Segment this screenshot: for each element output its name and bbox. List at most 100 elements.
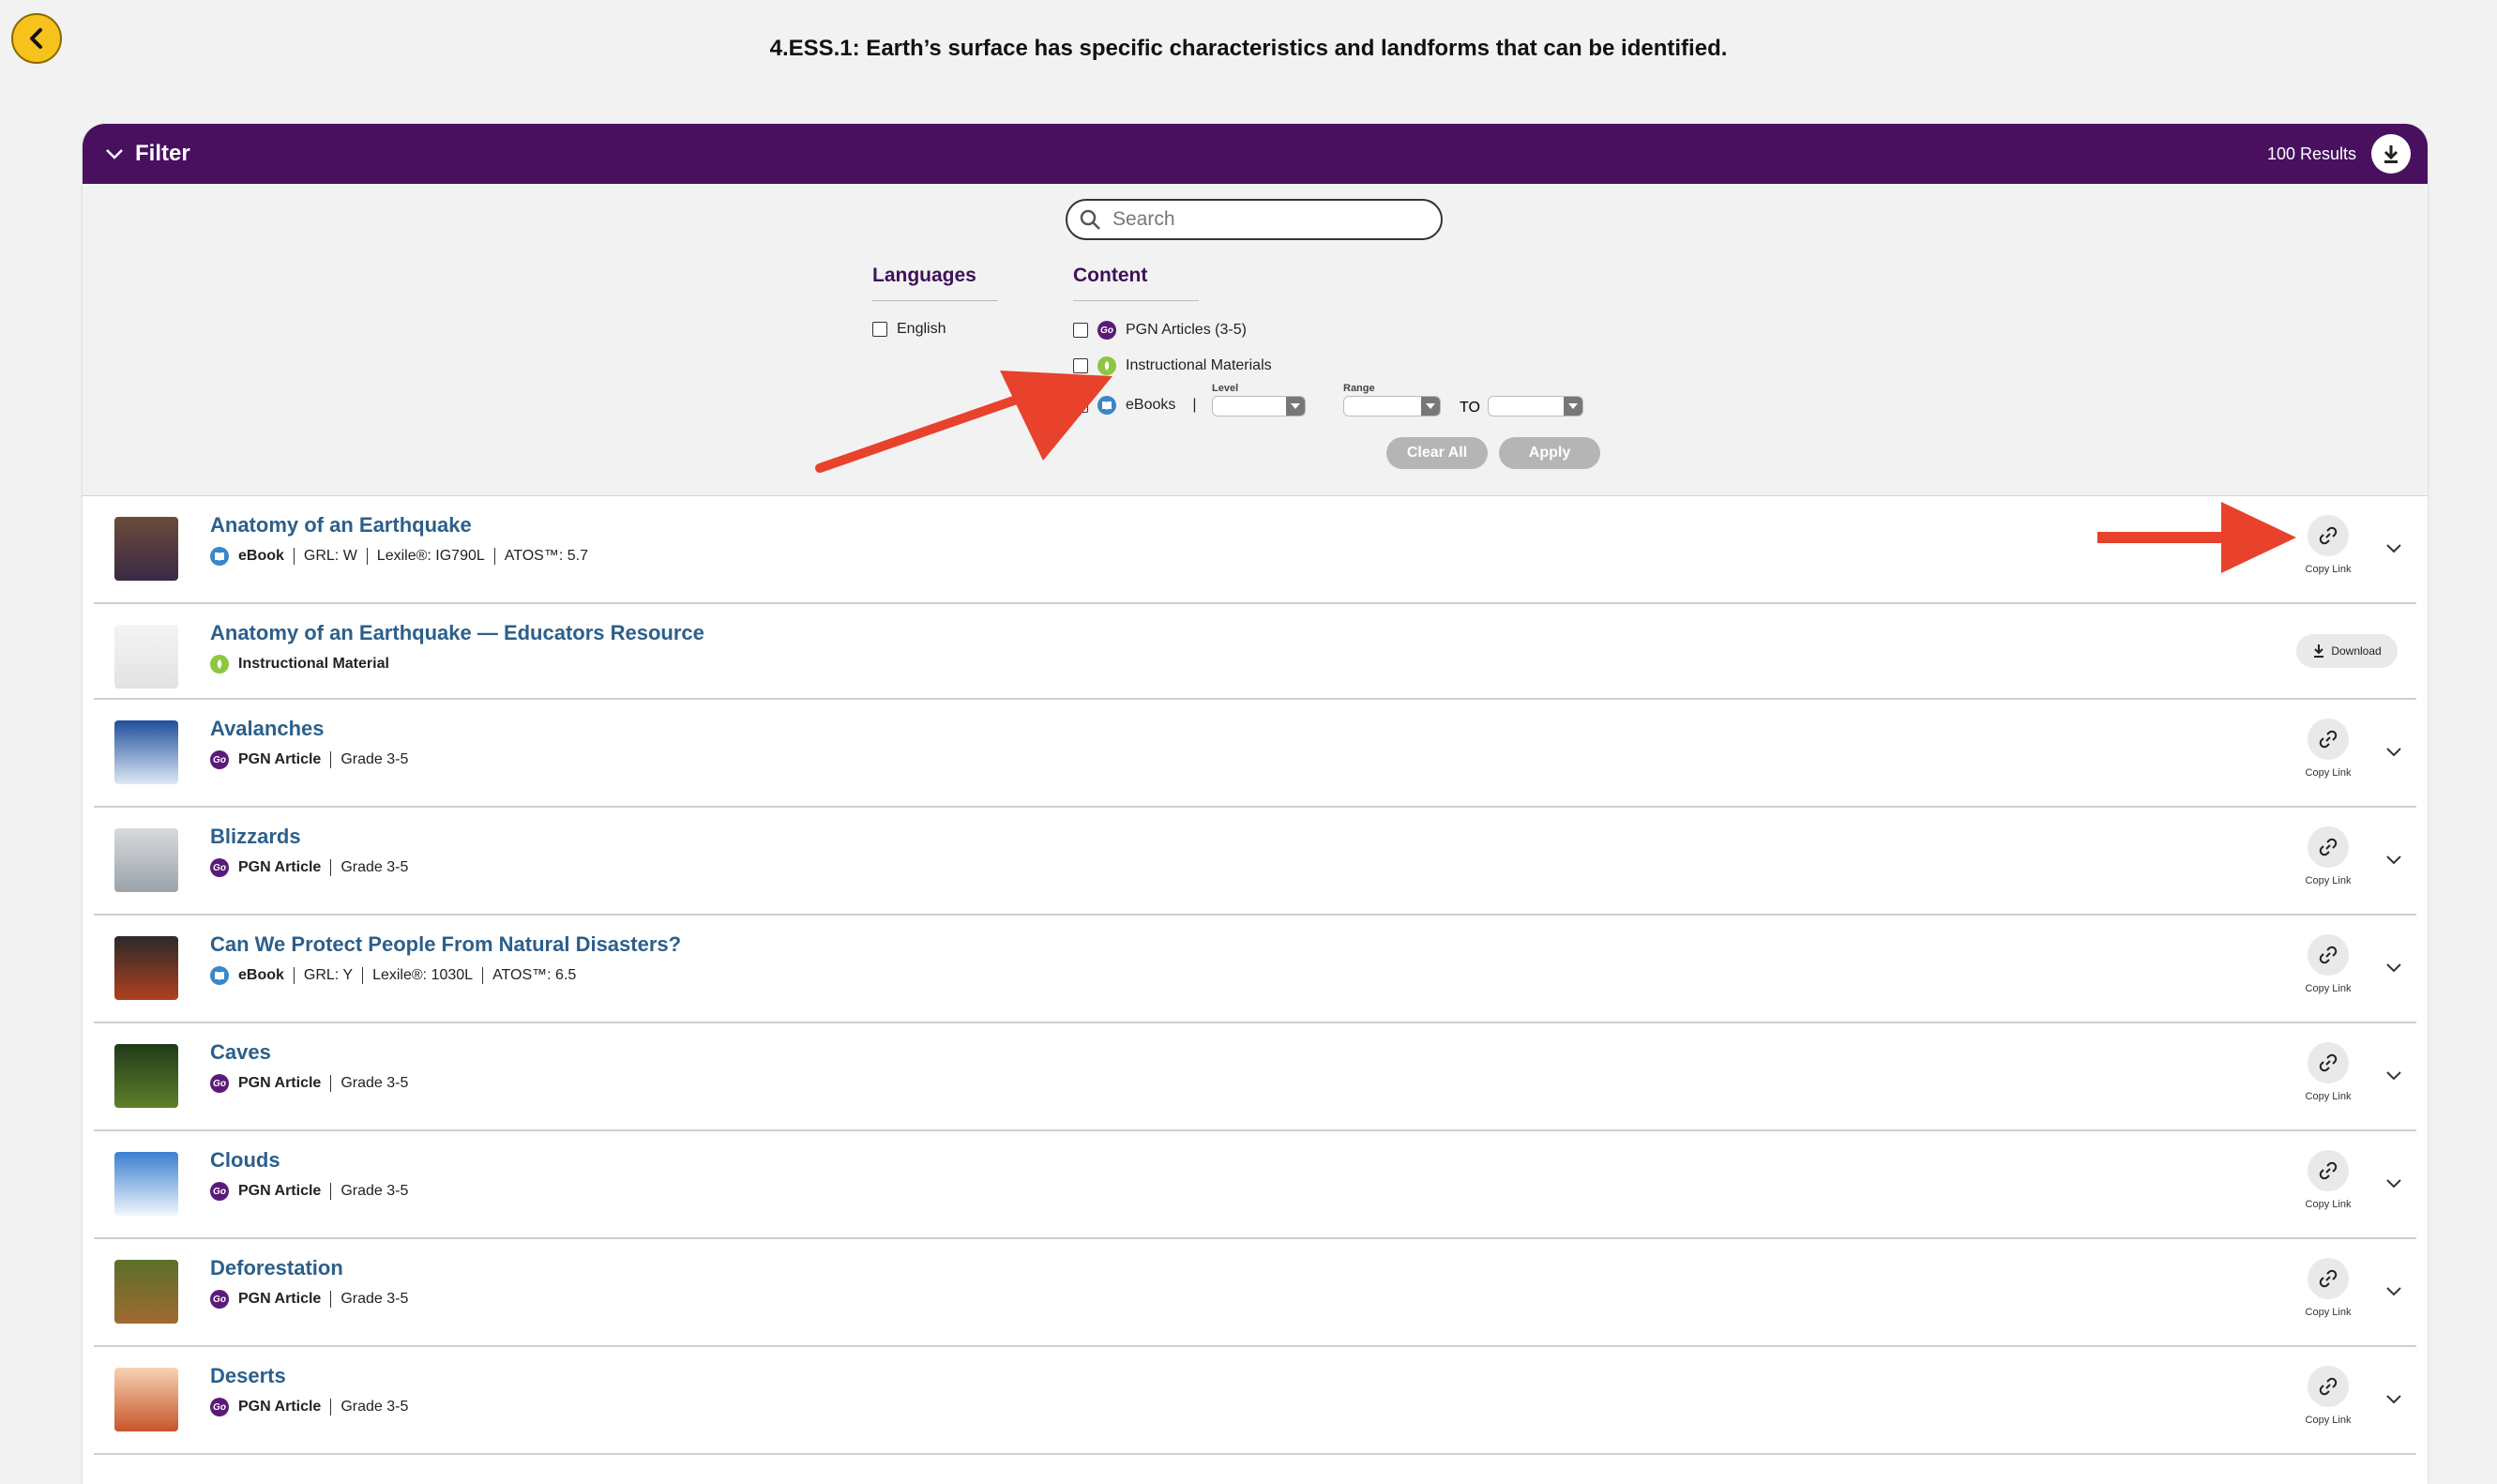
download-icon (2384, 145, 2399, 163)
checkbox[interactable] (872, 322, 887, 337)
meta-separator (330, 1075, 332, 1092)
expand-chevron-icon[interactable] (2386, 745, 2401, 762)
search-icon (1080, 209, 1100, 230)
result-row: Can We Protect People From Natural Disas… (94, 916, 2416, 1023)
meta-value: GRL: Y (303, 967, 354, 983)
meta-value: Grade 3-5 (340, 1183, 409, 1199)
divider: | (1192, 397, 1197, 413)
pgn-go-icon: Go (210, 750, 229, 769)
copy-link-button[interactable]: Copy Link (2300, 826, 2356, 886)
result-thumbnail[interactable] (114, 936, 178, 1000)
meta-value: Grade 3-5 (340, 1075, 409, 1091)
download-icon (2314, 644, 2324, 658)
result-type: PGN Article (238, 1399, 322, 1415)
link-icon (2308, 1258, 2349, 1299)
language-option-english[interactable]: English (872, 321, 946, 338)
result-title-link[interactable]: Caves (210, 1040, 271, 1065)
download-label: Download (2331, 644, 2382, 658)
link-icon (2308, 719, 2349, 760)
result-title-link[interactable]: Deforestation (210, 1256, 343, 1280)
result-title-link[interactable]: Avalanches (210, 717, 324, 741)
result-title-link[interactable]: Deserts (210, 1364, 286, 1388)
meta-separator (293, 967, 295, 984)
results-count: 100 Results (2266, 144, 2356, 163)
chevron-down-icon[interactable] (105, 147, 124, 160)
page-title: 4.ESS.1: Earth’s surface has specific ch… (769, 36, 1728, 61)
meta-value: Lexile®: IG790L (376, 548, 485, 564)
link-icon (2308, 1150, 2349, 1191)
download-button[interactable]: Download (2296, 634, 2398, 668)
result-thumbnail[interactable] (114, 625, 178, 689)
result-title-link[interactable]: Clouds (210, 1148, 280, 1173)
option-label: PGN Articles (3-5) (1126, 322, 1247, 338)
pgn-go-icon: Go (1097, 321, 1116, 340)
result-thumbnail[interactable] (114, 828, 178, 892)
meta-value: Grade 3-5 (340, 1399, 409, 1415)
result-thumbnail[interactable] (114, 1368, 178, 1431)
copy-link-button[interactable]: Copy Link (2300, 719, 2356, 779)
result-thumbnail[interactable] (114, 720, 178, 784)
copy-link-button[interactable]: Copy Link (2300, 934, 2356, 994)
result-thumbnail[interactable] (114, 517, 178, 581)
result-title-link[interactable]: Blizzards (210, 825, 301, 849)
link-icon (2308, 934, 2349, 976)
copy-link-button[interactable]: Copy Link (2300, 515, 2356, 575)
pgn-go-icon: Go (210, 1074, 229, 1093)
instructional-material-icon (210, 655, 229, 674)
search-input[interactable] (1111, 207, 1415, 232)
content-option-pgn[interactable]: Go PGN Articles (3-5) (1073, 321, 1247, 340)
expand-chevron-icon[interactable] (2386, 1068, 2401, 1085)
clear-all-button[interactable]: Clear All (1386, 437, 1488, 469)
copy-link-label: Copy Link (2305, 875, 2352, 886)
filter-area: Languages English Content Go PGN Article… (83, 184, 2428, 496)
meta-value: Lexile®: 1030L (372, 967, 474, 983)
copy-link-button[interactable]: Copy Link (2300, 1366, 2356, 1426)
meta-separator (330, 1399, 332, 1416)
pgn-go-icon: Go (210, 858, 229, 877)
result-row: Anatomy of an Earthquake — Educators Res… (94, 604, 2416, 700)
range-from-select[interactable] (1343, 396, 1441, 416)
meta-separator (293, 548, 295, 565)
result-meta: Go PGN Article Grade 3-5 (210, 750, 408, 769)
result-type: PGN Article (238, 1075, 322, 1091)
link-icon (2308, 826, 2349, 868)
red-arrow-annotation (2097, 502, 2296, 573)
meta-separator (366, 548, 368, 565)
result-title-link[interactable]: Can We Protect People From Natural Disas… (210, 932, 681, 957)
result-title-link[interactable]: Anatomy of an Earthquake — Educators Res… (210, 621, 704, 645)
link-icon (2308, 515, 2349, 556)
ebook-icon (210, 966, 229, 985)
copy-link-label: Copy Link (2305, 1199, 2352, 1210)
expand-chevron-icon[interactable] (2386, 853, 2401, 870)
result-type: PGN Article (238, 751, 322, 767)
results-panel: Filter 100 Results Languages English Con… (83, 124, 2428, 1484)
ebook-icon (210, 547, 229, 566)
level-select[interactable] (1212, 396, 1306, 416)
download-all-button[interactable] (2371, 134, 2411, 174)
result-thumbnail[interactable] (114, 1044, 178, 1108)
copy-link-button[interactable]: Copy Link (2300, 1042, 2356, 1102)
range-label: Range (1343, 383, 1375, 394)
search-field[interactable] (1066, 199, 1443, 240)
result-thumbnail[interactable] (114, 1260, 178, 1324)
expand-chevron-icon[interactable] (2386, 961, 2401, 977)
expand-chevron-icon[interactable] (2386, 1392, 2401, 1409)
result-row: Avalanches Go PGN Article Grade 3-5 Copy Lin… (94, 700, 2416, 808)
filter-bar[interactable]: Filter 100 Results (83, 124, 2428, 184)
expand-chevron-icon[interactable] (2386, 1176, 2401, 1193)
range-to-select[interactable] (1488, 396, 1583, 416)
result-thumbnail[interactable] (114, 1152, 178, 1216)
copy-link-button[interactable]: Copy Link (2300, 1258, 2356, 1318)
result-title-link[interactable]: Anatomy of an Earthquake (210, 513, 472, 538)
meta-separator (482, 967, 484, 984)
apply-button[interactable]: Apply (1499, 437, 1600, 469)
copy-link-label: Copy Link (2305, 1091, 2352, 1102)
result-meta: Go PGN Article Grade 3-5 (210, 1074, 408, 1093)
pgn-go-icon: Go (210, 1182, 229, 1201)
checkbox[interactable] (1073, 323, 1088, 338)
expand-chevron-icon[interactable] (2386, 541, 2401, 558)
meta-value: Grade 3-5 (340, 1291, 409, 1307)
copy-link-button[interactable]: Copy Link (2300, 1150, 2356, 1210)
expand-chevron-icon[interactable] (2386, 1284, 2401, 1301)
result-type: Instructional Material (238, 656, 389, 672)
